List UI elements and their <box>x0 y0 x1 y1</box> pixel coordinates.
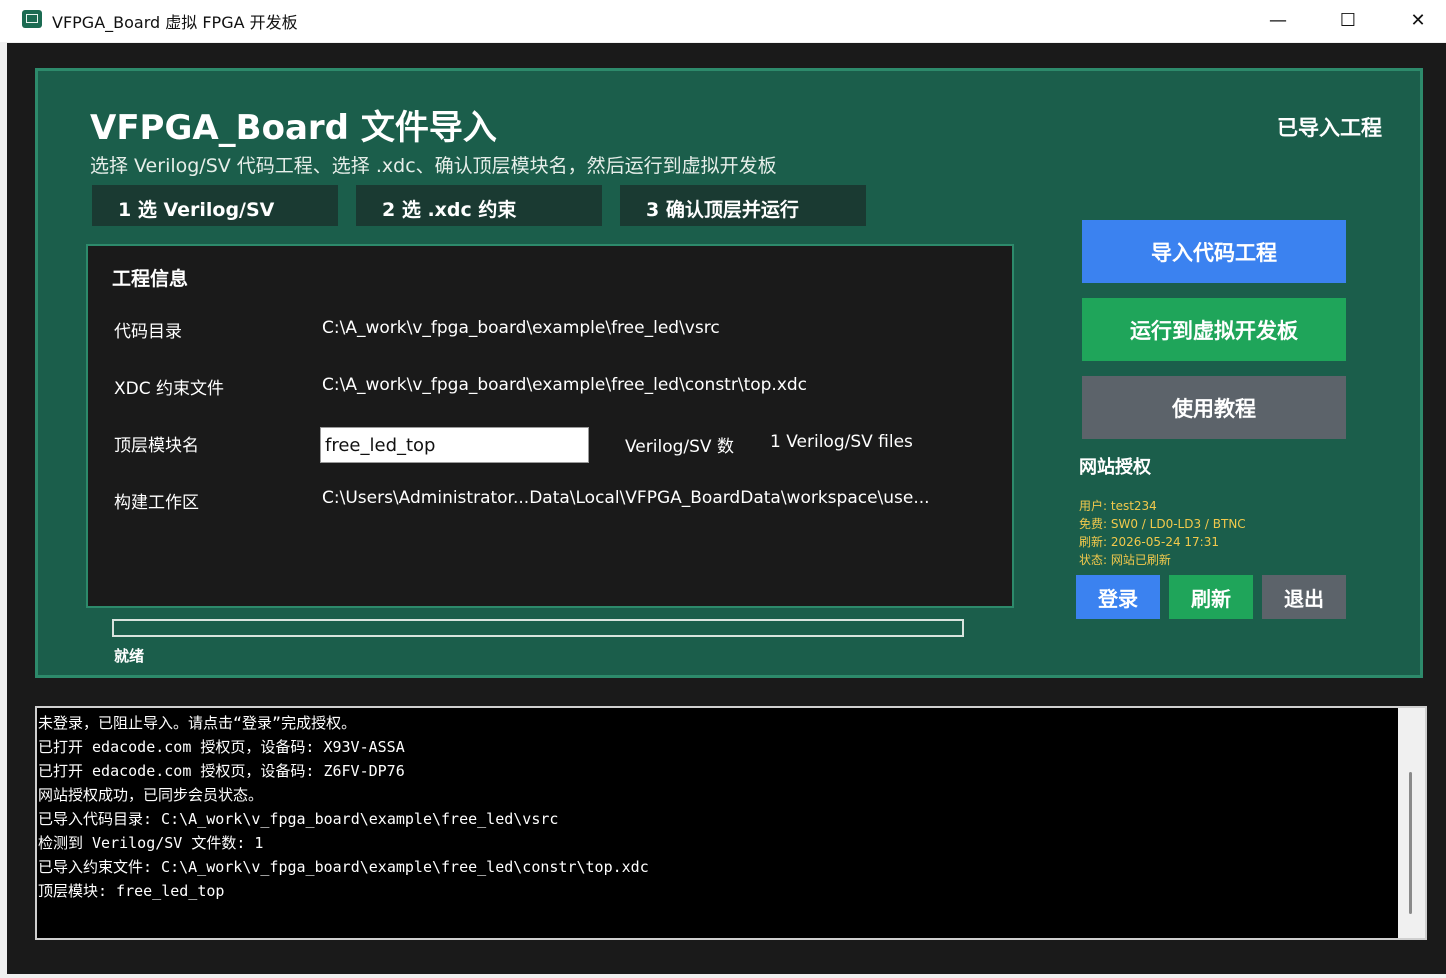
import-project-button[interactable]: 导入代码工程 <box>1082 220 1346 283</box>
code-dir-value: C:\A_work\v_fpga_board\example\free_led\… <box>322 318 720 338</box>
log-line: 未登录，已阻止导入。请点击“登录”完成授权。 <box>38 714 357 732</box>
xdc-label: XDC 约束文件 <box>114 379 225 399</box>
workspace-value: C:\Users\Administrator...Data\Local\VFPG… <box>322 488 930 508</box>
logout-button[interactable]: 退出 <box>1262 575 1346 619</box>
project-info-title: 工程信息 <box>112 268 189 290</box>
file-count-label: Verilog/SV 数 <box>625 437 734 457</box>
auth-free: 免费: SW0 / LD0-LD3 / BTNC <box>1079 517 1246 531</box>
tutorial-button[interactable]: 使用教程 <box>1082 376 1346 439</box>
page-subtitle: 选择 Verilog/SV 代码工程、选择 .xdc、确认顶层模块名，然后运行到… <box>90 155 777 177</box>
app-icon <box>22 10 42 28</box>
log-lines: 未登录，已阻止导入。请点击“登录”完成授权。 已打开 edacode.com 授… <box>38 711 1388 903</box>
scrollbar-thumb[interactable] <box>1409 772 1412 914</box>
xdc-value: C:\A_work\v_fpga_board\example\free_led\… <box>322 375 808 395</box>
log-line: 已打开 edacode.com 授权页，设备码: X93V-ASSA <box>38 738 405 756</box>
workspace-label: 构建工作区 <box>114 493 199 513</box>
minimize-button[interactable]: — <box>1243 0 1313 40</box>
log-line: 已打开 edacode.com 授权页，设备码: Z6FV-DP76 <box>38 762 405 780</box>
auth-refreshed: 刷新: 2026-05-24 17:31 <box>1079 535 1219 549</box>
auth-user: 用户: test234 <box>1079 499 1157 513</box>
auth-state: 状态: 网站已刷新 <box>1079 553 1171 567</box>
refresh-button[interactable]: 刷新 <box>1169 575 1253 619</box>
window-title: VFPGA_Board 虚拟 FPGA 开发板 <box>52 13 298 32</box>
step-3: 3 确认顶层并运行 <box>620 185 866 226</box>
page-title: VFPGA_Board 文件导入 <box>90 108 497 148</box>
log-line: 检测到 Verilog/SV 文件数: 1 <box>38 834 264 852</box>
top-module-label: 顶层模块名 <box>114 436 199 456</box>
code-dir-label: 代码目录 <box>114 322 182 342</box>
status-text: 就绪 <box>114 647 145 665</box>
title-bar: VFPGA_Board 虚拟 FPGA 开发板 — ☐ ✕ <box>0 0 1446 42</box>
run-board-button[interactable]: 运行到虚拟开发板 <box>1082 298 1346 361</box>
auth-title: 网站授权 <box>1079 457 1151 478</box>
login-button[interactable]: 登录 <box>1076 575 1160 619</box>
project-info-box <box>86 244 1014 608</box>
close-button[interactable]: ✕ <box>1383 0 1446 40</box>
log-line: 已导入约束文件: C:\A_work\v_fpga_board\example\… <box>38 858 649 876</box>
step-1: 1 选 Verilog/SV <box>92 185 338 226</box>
progress-bar <box>112 619 964 637</box>
log-line: 已导入代码目录: C:\A_work\v_fpga_board\example\… <box>38 810 559 828</box>
top-module-input[interactable] <box>320 427 589 463</box>
log-line: 顶层模块: free_led_top <box>38 882 225 900</box>
import-status: 已导入工程 <box>1277 116 1382 140</box>
file-count-value: 1 Verilog/SV files <box>770 432 913 452</box>
log-line: 网站授权成功，已同步会员状态。 <box>38 786 264 804</box>
step-2: 2 选 .xdc 约束 <box>356 185 602 226</box>
log-scrollbar[interactable] <box>1398 708 1425 938</box>
maximize-button[interactable]: ☐ <box>1313 0 1383 40</box>
